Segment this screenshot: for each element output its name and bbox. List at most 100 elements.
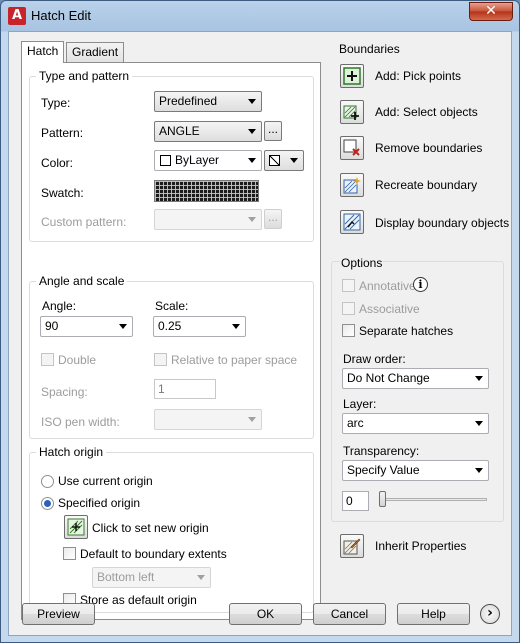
autocad-app-icon: A bbox=[8, 7, 26, 25]
color-dropdown[interactable]: ByLayer bbox=[154, 150, 262, 171]
transparency-slider-track[interactable] bbox=[380, 498, 487, 501]
recreate-boundary-button[interactable] bbox=[340, 173, 364, 197]
annotative-checkbox[interactable] bbox=[342, 279, 355, 292]
pattern-dropdown[interactable]: ANGLE bbox=[154, 121, 262, 142]
chevron-down-icon bbox=[119, 324, 127, 329]
color-swatch-icon bbox=[160, 155, 171, 166]
pattern-browse-button[interactable]: ... bbox=[264, 121, 282, 141]
set-origin-icon bbox=[67, 518, 85, 536]
specified-origin-radio[interactable] bbox=[41, 497, 54, 510]
associative-label: Associative bbox=[359, 302, 420, 316]
transparency-slider-thumb[interactable] bbox=[379, 491, 386, 507]
layer-label: Layer: bbox=[343, 397, 377, 411]
chevron-down-icon bbox=[248, 158, 256, 163]
help-button[interactable]: Help bbox=[397, 603, 470, 625]
angle-and-scale-legend: Angle and scale bbox=[36, 274, 128, 288]
background-color-dropdown[interactable] bbox=[264, 150, 304, 171]
display-boundary-icon bbox=[343, 213, 361, 231]
display-boundary-objects-label: Display boundary objects bbox=[375, 216, 510, 230]
relative-to-paper-space-checkbox[interactable] bbox=[154, 353, 167, 366]
store-as-default-origin-label: Store as default origin bbox=[80, 593, 197, 607]
use-current-origin-radio[interactable] bbox=[41, 475, 54, 488]
iso-pen-width-label: ISO pen width: bbox=[41, 415, 120, 429]
transparency-amount-input[interactable]: 0 bbox=[342, 491, 369, 511]
hatch-swatch-preview[interactable] bbox=[154, 180, 259, 202]
annotative-label: Annotative bbox=[359, 279, 416, 293]
layer-dropdown[interactable]: arc bbox=[342, 413, 489, 434]
set-new-origin-button[interactable] bbox=[64, 515, 88, 539]
preview-button[interactable]: Preview bbox=[22, 603, 95, 625]
scale-combobox[interactable]: 0.25 bbox=[153, 316, 246, 337]
display-boundary-objects-button[interactable] bbox=[340, 210, 364, 234]
remove-boundaries-label: Remove boundaries bbox=[375, 141, 483, 155]
recreate-boundary-icon bbox=[343, 177, 361, 194]
angle-combobox[interactable]: 90 bbox=[40, 316, 133, 337]
inherit-properties-button[interactable] bbox=[340, 534, 364, 558]
boundary-extents-value: Bottom left bbox=[97, 570, 155, 584]
type-and-pattern-group: Type and pattern Type: Predefined Patter… bbox=[29, 69, 314, 242]
window-title: Hatch Edit bbox=[31, 8, 91, 23]
inherit-properties-icon bbox=[343, 538, 361, 555]
spacing-input[interactable]: 1 bbox=[154, 379, 216, 399]
no-color-icon bbox=[269, 155, 280, 166]
chevron-down-icon bbox=[475, 421, 483, 426]
angle-and-scale-group: Angle and scale Angle: 90 Scale: 0.25 Do… bbox=[29, 274, 314, 439]
inherit-properties-label: Inherit Properties bbox=[375, 539, 467, 553]
relative-to-paper-space-label: Relative to paper space bbox=[171, 353, 298, 367]
recreate-boundary-label: Recreate boundary bbox=[375, 178, 478, 192]
scale-label: Scale: bbox=[155, 299, 189, 313]
default-to-boundary-extents-label: Default to boundary extents bbox=[80, 547, 227, 561]
separate-hatches-label: Separate hatches bbox=[359, 324, 454, 338]
ok-button[interactable]: OK bbox=[229, 603, 302, 625]
custom-pattern-label: Custom pattern: bbox=[41, 215, 127, 229]
cancel-button[interactable]: Cancel bbox=[313, 603, 386, 625]
pattern-dropdown-value: ANGLE bbox=[159, 124, 200, 138]
boundary-extents-dropdown[interactable]: Bottom left bbox=[92, 567, 211, 588]
tab-hatch[interactable]: Hatch bbox=[21, 41, 65, 63]
chevron-down-icon bbox=[232, 324, 240, 329]
double-label: Double bbox=[58, 353, 97, 367]
pick-points-icon bbox=[343, 67, 361, 85]
double-checkbox[interactable] bbox=[41, 353, 54, 366]
custom-pattern-browse-button[interactable]: ... bbox=[264, 209, 282, 229]
separate-hatches-checkbox[interactable] bbox=[342, 324, 355, 337]
draw-order-value: Do Not Change bbox=[347, 371, 430, 385]
scale-value: 0.25 bbox=[158, 319, 182, 333]
iso-pen-width-dropdown[interactable] bbox=[154, 409, 262, 430]
pattern-label: Pattern: bbox=[41, 126, 84, 140]
add-pick-points-button[interactable] bbox=[340, 64, 364, 88]
click-to-set-origin-label: Click to set new origin bbox=[92, 521, 209, 535]
chevron-down-icon bbox=[248, 99, 256, 104]
remove-boundaries-button[interactable] bbox=[340, 136, 364, 160]
specified-origin-label: Specified origin bbox=[58, 496, 141, 510]
custom-pattern-dropdown[interactable] bbox=[154, 209, 262, 230]
chevron-down-icon bbox=[475, 376, 483, 381]
type-dropdown[interactable]: Predefined bbox=[154, 91, 262, 112]
info-icon[interactable]: i bbox=[413, 277, 428, 292]
tab-gradient[interactable]: Gradient bbox=[66, 42, 125, 62]
chevron-down-icon bbox=[248, 417, 256, 422]
chevron-down-icon bbox=[475, 468, 483, 473]
type-and-pattern-legend: Type and pattern bbox=[36, 69, 133, 83]
default-to-boundary-extents-checkbox[interactable] bbox=[63, 547, 76, 560]
chevron-down-icon bbox=[248, 217, 256, 222]
use-current-origin-label: Use current origin bbox=[58, 474, 153, 488]
associative-checkbox[interactable] bbox=[342, 302, 355, 315]
type-dropdown-value: Predefined bbox=[159, 94, 218, 108]
draw-order-dropdown[interactable]: Do Not Change bbox=[342, 368, 489, 389]
remove-boundaries-icon bbox=[343, 139, 360, 156]
chevron-down-icon bbox=[290, 158, 298, 163]
transparency-dropdown[interactable]: Specify Value bbox=[342, 460, 489, 481]
hatch-origin-group: Hatch origin Use current origin Specifie… bbox=[29, 445, 314, 613]
close-button[interactable]: ✕ bbox=[469, 2, 513, 21]
title-bar[interactable]: A Hatch Edit ✕ bbox=[1, 1, 519, 31]
boundaries-group: Boundaries Add: Pick points Add: Select … bbox=[331, 42, 509, 250]
more-options-button[interactable]: › bbox=[480, 604, 500, 624]
angle-label: Angle: bbox=[42, 299, 77, 313]
add-select-objects-button[interactable] bbox=[340, 100, 364, 124]
draw-order-label: Draw order: bbox=[343, 352, 406, 366]
transparency-label: Transparency: bbox=[343, 444, 420, 458]
chevron-down-icon bbox=[248, 129, 256, 134]
hatch-tab-panel: Type and pattern Type: Predefined Patter… bbox=[21, 62, 321, 620]
angle-value: 90 bbox=[45, 319, 59, 333]
